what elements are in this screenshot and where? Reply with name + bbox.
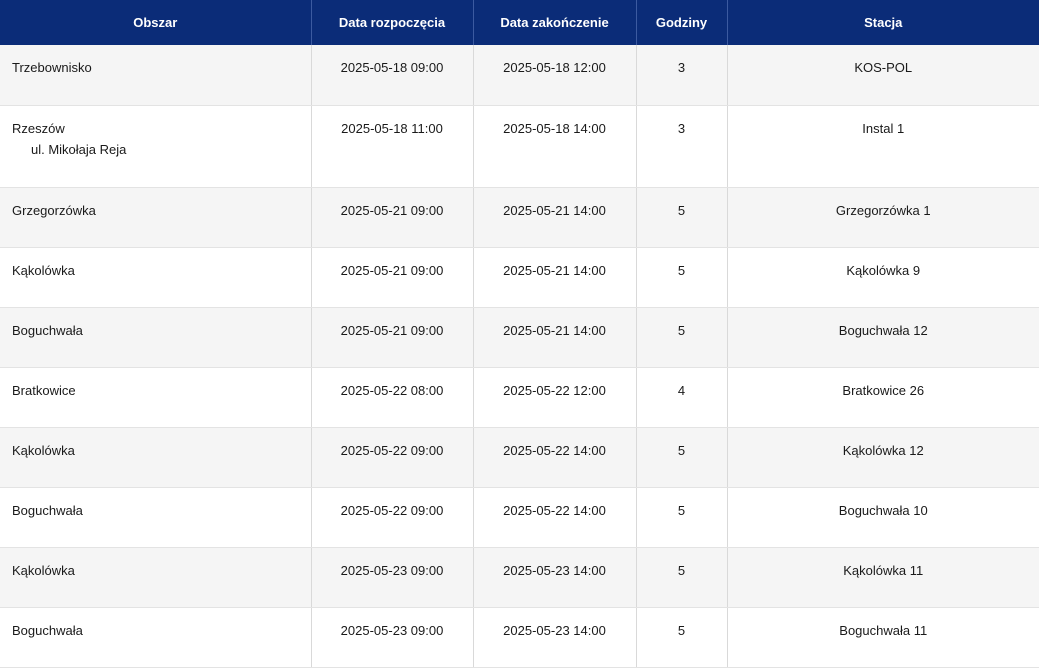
- table-row: Boguchwała 2025-05-22 09:00 2025-05-22 14:…: [0, 487, 1039, 548]
- area-name: Bratkowice: [12, 382, 76, 398]
- cell-hours: 5: [636, 427, 728, 488]
- cell-start-date: 2025-05-22 09:00: [311, 427, 474, 488]
- cell-hours: 5: [636, 307, 728, 368]
- cell-station: Bratkowice 26: [727, 367, 1039, 428]
- table-row: Trzebownisko 2025-05-18 09:00 2025-05-18 1…: [0, 45, 1039, 106]
- cell-start-date: 2025-05-22 08:00: [311, 367, 474, 428]
- cell-area: Bratkowice: [0, 367, 312, 428]
- cell-area: Grzegorzówka: [0, 187, 312, 248]
- cell-end-date: 2025-05-22 14:00: [473, 487, 637, 548]
- header-end-date: Data zakończenie: [473, 0, 637, 45]
- area-name: Kąkolówka: [12, 562, 75, 578]
- cell-area: Rzeszów ul. Mikołaja Reja: [0, 105, 312, 188]
- cell-station: Boguchwała 11: [727, 607, 1039, 668]
- cell-station: Boguchwała 12: [727, 307, 1039, 368]
- area-name: Boguchwała: [12, 322, 83, 338]
- cell-start-date: 2025-05-21 09:00: [311, 307, 474, 368]
- table-row: Rzeszów ul. Mikołaja Reja 2025-05-18 11:00…: [0, 105, 1039, 188]
- cell-station: Grzegorzówka 1: [727, 187, 1039, 248]
- cell-station: Boguchwała 10: [727, 487, 1039, 548]
- table-row: Boguchwała 2025-05-23 09:00 2025-05-23 14:…: [0, 607, 1039, 668]
- cell-start-date: 2025-05-18 09:00: [311, 45, 474, 106]
- header-station: Stacja: [727, 0, 1039, 45]
- cell-hours: 5: [636, 607, 728, 668]
- cell-area: Boguchwała: [0, 607, 312, 668]
- cell-start-date: 2025-05-18 11:00: [311, 105, 474, 188]
- cell-hours: 3: [636, 105, 728, 188]
- cell-area: Kąkolówka: [0, 427, 312, 488]
- table-row: Boguchwała 2025-05-21 09:00 2025-05-21 14:…: [0, 307, 1039, 368]
- cell-start-date: 2025-05-21 09:00: [311, 187, 474, 248]
- cell-end-date: 2025-05-22 14:00: [473, 427, 637, 488]
- cell-end-date: 2025-05-18 12:00: [473, 45, 637, 106]
- cell-hours: 5: [636, 187, 728, 248]
- cell-end-date: 2025-05-21 14:00: [473, 307, 637, 368]
- cell-area: Trzebownisko: [0, 45, 312, 106]
- area-name: Kąkolówka: [12, 442, 75, 458]
- outage-schedule-table: Obszar Data rozpoczęcia Data zakończenie…: [0, 0, 1039, 668]
- area-name: Boguchwała: [12, 622, 83, 638]
- area-street: ul. Mikołaja Reja: [31, 141, 127, 157]
- cell-end-date: 2025-05-21 14:00: [473, 187, 637, 248]
- cell-area: Boguchwała: [0, 487, 312, 548]
- cell-hours: 5: [636, 547, 728, 608]
- cell-hours: 3: [636, 45, 728, 106]
- cell-start-date: 2025-05-21 09:00: [311, 247, 474, 308]
- area-name: Trzebownisko: [12, 60, 92, 75]
- cell-area: Kąkolówka: [0, 547, 312, 608]
- area-name: Kąkolówka: [12, 262, 75, 278]
- header-row: Obszar Data rozpoczęcia Data zakończenie…: [0, 0, 1039, 45]
- cell-area: Kąkolówka: [0, 247, 312, 308]
- table-row: Grzegorzówka 2025-05-21 09:00 2025-05-21 1…: [0, 187, 1039, 248]
- cell-end-date: 2025-05-18 14:00: [473, 105, 637, 188]
- area-name: Boguchwała: [12, 502, 83, 518]
- area-name: Rzeszów: [12, 120, 65, 136]
- cell-start-date: 2025-05-23 09:00: [311, 607, 474, 668]
- cell-station: KOS-POL: [727, 45, 1039, 106]
- cell-station: Kąkolówka 12: [727, 427, 1039, 488]
- table-header: Obszar Data rozpoczęcia Data zakończenie…: [0, 0, 1039, 45]
- cell-end-date: 2025-05-23 14:00: [473, 607, 637, 668]
- area-name: Grzegorzówka: [12, 202, 96, 218]
- header-start-date: Data rozpoczęcia: [311, 0, 474, 45]
- table-body: Trzebownisko 2025-05-18 09:00 2025-05-18 1…: [0, 45, 1039, 668]
- table-row: Kąkolówka 2025-05-21 09:00 2025-05-21 14:0…: [0, 247, 1039, 308]
- table-row: Bratkowice 2025-05-22 08:00 2025-05-22 12:…: [0, 367, 1039, 428]
- table-row: Kąkolówka 2025-05-23 09:00 2025-05-23 14:0…: [0, 547, 1039, 608]
- cell-end-date: 2025-05-23 14:00: [473, 547, 637, 608]
- cell-hours: 4: [636, 367, 728, 428]
- header-area: Obszar: [0, 0, 312, 45]
- header-hours: Godziny: [636, 0, 728, 45]
- cell-end-date: 2025-05-22 12:00: [473, 367, 637, 428]
- table-row: Kąkolówka 2025-05-22 09:00 2025-05-22 14:0…: [0, 427, 1039, 488]
- cell-hours: 5: [636, 487, 728, 548]
- cell-end-date: 2025-05-21 14:00: [473, 247, 637, 308]
- cell-start-date: 2025-05-23 09:00: [311, 547, 474, 608]
- cell-start-date: 2025-05-22 09:00: [311, 487, 474, 548]
- cell-hours: 5: [636, 247, 728, 308]
- cell-station: Instal 1: [727, 105, 1039, 188]
- cell-area: Boguchwała: [0, 307, 312, 368]
- cell-station: Kąkolówka 9: [727, 247, 1039, 308]
- cell-station: Kąkolówka 11: [727, 547, 1039, 608]
